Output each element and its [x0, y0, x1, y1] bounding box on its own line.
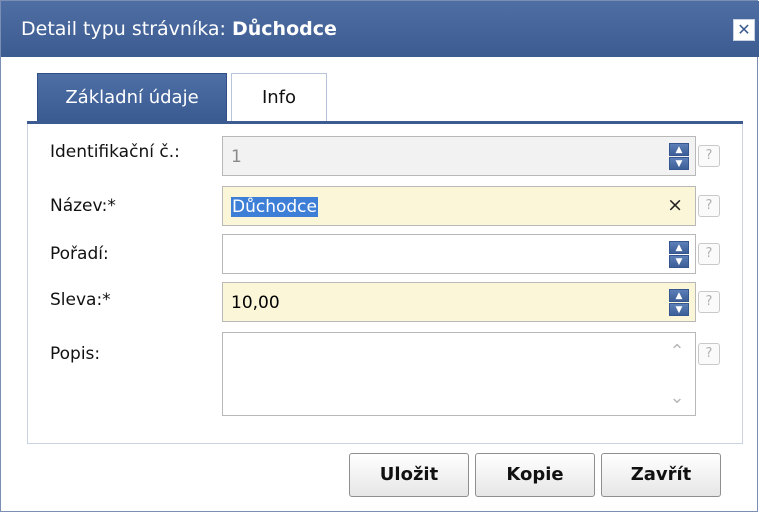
scroll-down-icon[interactable]: ⌄: [667, 389, 687, 407]
help-icon[interactable]: ?: [698, 343, 720, 365]
detail-dialog: Detail typu strávníka: Důchodce ✕ Základ…: [0, 0, 759, 512]
copy-button[interactable]: Kopie: [475, 453, 595, 497]
dialog-title: Detail typu strávníka: Důchodce: [21, 18, 337, 40]
identifikacni-spinner[interactable]: ▲ ▼: [669, 143, 689, 170]
dialog-titlebar[interactable]: Detail typu strávníka: Důchodce ✕: [1, 1, 759, 57]
dialog-title-name: Důchodce: [231, 18, 337, 40]
identifikacni-field[interactable]: 1 ▲ ▼: [222, 136, 696, 176]
popis-textarea[interactable]: ⌃ ⌄: [222, 332, 696, 416]
help-icon[interactable]: ?: [698, 243, 720, 265]
tab-panel: Základní údaje Info Identifikační č.: 1 …: [27, 73, 743, 445]
clear-icon[interactable]: ×: [667, 194, 683, 216]
button-bar: Uložit Kopie Zavřít: [1, 453, 759, 503]
help-icon[interactable]: ?: [698, 195, 720, 217]
close-button[interactable]: Zavřít: [601, 453, 721, 497]
tab-info[interactable]: Info: [231, 73, 327, 121]
spin-up-icon[interactable]: ▲: [669, 241, 689, 254]
sleva-field[interactable]: 10,00 ▲ ▼: [222, 282, 696, 322]
sleva-value: 10,00: [231, 293, 280, 313]
spin-down-icon[interactable]: ▼: [669, 157, 689, 170]
sleva-label: Sleva:*: [50, 290, 111, 310]
tab-zakladni-udaje[interactable]: Základní údaje: [37, 73, 227, 121]
spin-down-icon[interactable]: ▼: [669, 255, 689, 268]
spin-up-icon[interactable]: ▲: [669, 289, 689, 302]
identifikacni-value: 1: [231, 147, 242, 167]
help-icon[interactable]: ?: [698, 291, 720, 313]
help-icon[interactable]: ?: [698, 145, 720, 167]
tabstrip: Základní údaje Info: [27, 73, 743, 124]
poradi-spinner[interactable]: ▲ ▼: [669, 241, 689, 268]
spin-down-icon[interactable]: ▼: [669, 303, 689, 316]
scroll-up-icon[interactable]: ⌃: [667, 343, 687, 361]
nazev-value: Důchodce: [231, 197, 318, 217]
poradi-field[interactable]: ▲ ▼: [222, 234, 696, 274]
nazev-label: Název:*: [50, 196, 116, 216]
spin-up-icon[interactable]: ▲: [669, 143, 689, 156]
save-button[interactable]: Uložit: [349, 453, 469, 497]
popis-label: Popis:: [50, 344, 101, 364]
form-body: Identifikační č.: 1 ▲ ▼ ? Název:* Důchod…: [27, 124, 743, 444]
poradi-label: Pořadí:: [50, 244, 109, 264]
dialog-title-prefix: Detail typu strávníka:: [21, 18, 226, 40]
sleva-spinner[interactable]: ▲ ▼: [669, 289, 689, 316]
nazev-field[interactable]: Důchodce ×: [222, 186, 696, 226]
nazev-value-wrap: Důchodce: [231, 197, 318, 217]
close-icon[interactable]: ✕: [733, 19, 755, 41]
identifikacni-label: Identifikační č.:: [50, 142, 180, 162]
